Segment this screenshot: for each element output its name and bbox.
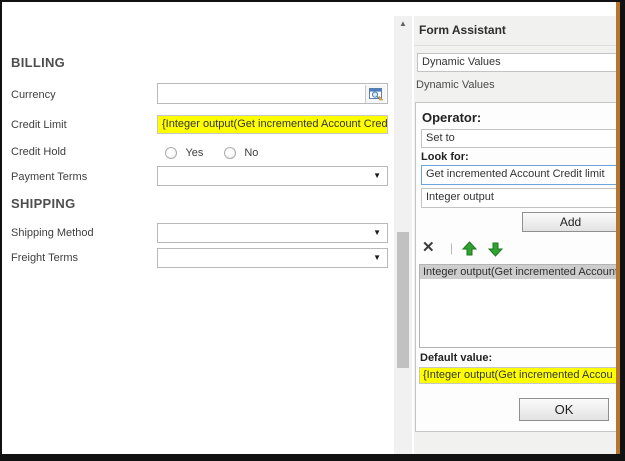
payment-terms-value (158, 167, 162, 179)
form-scrollbar[interactable]: ▲ (394, 16, 412, 454)
look-for-select[interactable]: Get incremented Account Credit limit (421, 165, 617, 185)
credit-hold-no-label: No (244, 147, 258, 159)
header-separator (414, 45, 617, 46)
credit-hold-yes-label: Yes (185, 147, 203, 159)
scrollbar-thumb[interactable] (397, 232, 409, 368)
freight-terms-value (158, 249, 162, 261)
chevron-down-icon: ▼ (373, 172, 381, 180)
dynamic-values-group: Operator: Set to Look for: Get increment… (415, 102, 617, 432)
assistant-mode-select[interactable]: Dynamic Values (417, 53, 617, 72)
shipping-method-label: Shipping Method (11, 227, 94, 239)
delete-icon[interactable]: ✕ (422, 240, 435, 256)
credit-limit-field[interactable]: {Integer output(Get incremented Account … (157, 115, 388, 134)
credit-hold-no-radio[interactable] (224, 147, 236, 159)
billing-section-heading: BILLING (11, 55, 65, 70)
shipping-method-select[interactable]: ▼ (157, 223, 388, 243)
shipping-method-value (158, 224, 162, 236)
payment-terms-select[interactable]: ▼ (157, 166, 388, 186)
currency-value (158, 84, 162, 96)
look-for-label: Look for: (421, 151, 469, 163)
ok-button[interactable]: OK (519, 398, 609, 421)
currency-label: Currency (11, 89, 56, 101)
freight-terms-select[interactable]: ▼ (157, 248, 388, 268)
move-down-icon[interactable] (488, 241, 503, 257)
credit-hold-label: Credit Hold (11, 146, 66, 158)
crm-form-editor-window: BILLING Currency Credit Limit {Integer o… (0, 0, 625, 461)
currency-lookup-field[interactable] (157, 83, 388, 104)
chevron-down-icon: ▼ (373, 254, 381, 262)
form-assistant-panel: Form Assistant Dynamic Values Dynamic Va… (414, 16, 617, 454)
payment-terms-label: Payment Terms (11, 171, 87, 183)
attribute-select[interactable]: Integer output (421, 188, 617, 208)
credit-limit-label: Credit Limit (11, 119, 67, 131)
window-border-top (0, 0, 625, 2)
window-border-right (620, 0, 625, 461)
chevron-down-icon: ▼ (373, 229, 381, 237)
dynamic-values-label: Dynamic Values (416, 79, 495, 91)
operator-select[interactable]: Set to (421, 129, 617, 148)
form-assistant-title: Form Assistant (419, 23, 506, 37)
move-up-icon[interactable] (462, 241, 477, 257)
lookup-magnifier-icon (369, 88, 384, 101)
window-border-bottom (0, 454, 625, 461)
window-border-left (0, 0, 2, 461)
lookup-button[interactable] (365, 85, 386, 103)
shipping-section-heading: SHIPPING (11, 196, 76, 211)
operator-label: Operator: (422, 110, 481, 125)
toolbar-separator: | (450, 241, 453, 255)
dynamic-values-list[interactable]: Integer output(Get incremented Account (419, 264, 617, 348)
scroll-up-icon[interactable]: ▲ (394, 19, 412, 29)
add-button[interactable]: Add (522, 212, 617, 232)
list-item-selected[interactable]: Integer output(Get incremented Account (420, 265, 617, 279)
credit-hold-yes-radio[interactable] (165, 147, 177, 159)
default-value-label: Default value: (420, 352, 492, 364)
freight-terms-label: Freight Terms (11, 252, 78, 264)
default-value-field[interactable]: {Integer output(Get incremented Accou (419, 367, 617, 384)
